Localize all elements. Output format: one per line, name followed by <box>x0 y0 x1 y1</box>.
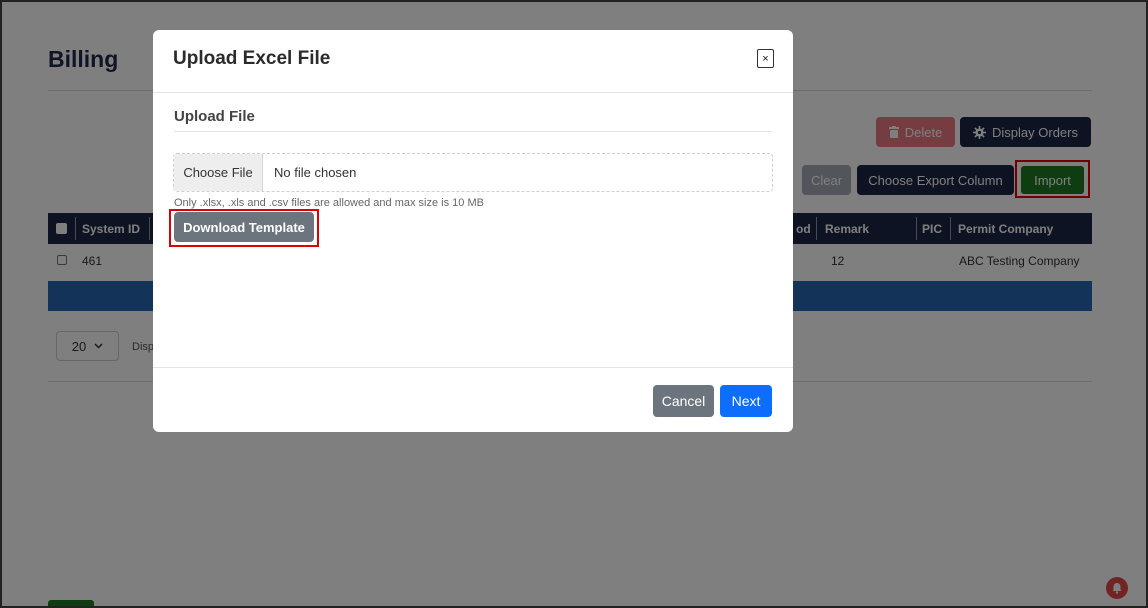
close-button[interactable]: × <box>757 49 774 68</box>
modal-title: Upload Excel File <box>173 48 331 69</box>
modal-header: Upload Excel File × <box>153 30 793 93</box>
cancel-button[interactable]: Cancel <box>653 385 714 417</box>
file-input[interactable]: Choose File No file chosen <box>173 153 773 192</box>
section-title: Upload File <box>174 108 255 125</box>
app-frame: Billing Delete Display Orders Clear Choo… <box>0 0 1148 608</box>
upload-excel-modal: Upload Excel File × Upload File Choose F… <box>153 30 793 432</box>
section-divider <box>174 131 772 132</box>
download-template-button[interactable]: Download Template <box>174 212 314 242</box>
choose-file-button[interactable]: Choose File <box>174 154 263 191</box>
next-button[interactable]: Next <box>720 385 772 417</box>
file-status-text: No file chosen <box>274 165 357 180</box>
file-help-text: Only .xlsx, .xls and .csv files are allo… <box>174 197 484 209</box>
modal-footer: Cancel Next <box>153 367 793 432</box>
